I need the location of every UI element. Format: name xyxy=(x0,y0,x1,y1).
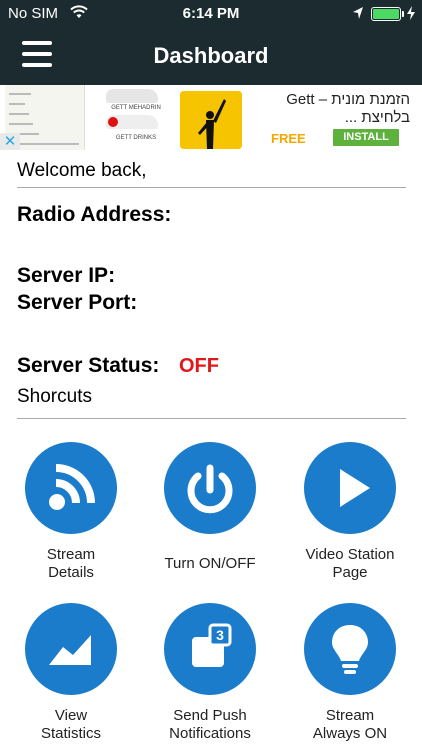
rss-icon xyxy=(25,442,117,534)
tile-label-line-1: Video Station xyxy=(305,546,395,563)
battery-tip xyxy=(402,11,404,17)
shortcuts-heading: Shorcuts xyxy=(17,386,92,407)
tile-label-line-2: Details xyxy=(48,564,94,581)
tile-label-line-1: Turn ON/OFF xyxy=(164,555,256,572)
ad-mid-label-1: GETT MEHADRIN xyxy=(111,105,161,111)
lightbulb-icon xyxy=(304,603,396,695)
battery-icon xyxy=(371,7,401,21)
chart-icon xyxy=(25,603,117,695)
turn-on-off-button[interactable]: Turn ON/OFF xyxy=(140,442,280,592)
tile-label-line-2: Statistics xyxy=(40,725,101,742)
stream-always-on-button[interactable]: Stream Always ON xyxy=(280,603,420,750)
ad-title: הזמנת מונית – Gett בלחיצת ... xyxy=(250,91,410,127)
ad-title-line-1: הזמנת מונית – Gett xyxy=(286,91,410,108)
tile-label-line-2: Always ON xyxy=(312,725,388,742)
ad-close-icon[interactable]: ✕ xyxy=(0,133,20,150)
tile-label-line-1: Send Push xyxy=(173,707,247,724)
charging-bolt-icon xyxy=(407,6,415,20)
ad-free-label: FREE xyxy=(271,131,306,146)
tile-label-line-1: Stream xyxy=(46,546,96,563)
ad-title-line-2: בלחיצת ... xyxy=(344,109,410,126)
gett-app-logo xyxy=(180,91,242,149)
top-bar: No SIM 6:14 PM Dashboard xyxy=(0,0,422,85)
ad-cars-image: GETT MEHADRIN GETT DRINKS xyxy=(86,85,176,150)
tile-label-line-1: Stream xyxy=(325,707,375,724)
power-icon xyxy=(164,442,256,534)
radio-address-label: Radio Address: xyxy=(17,203,172,226)
server-port-label: Server Port: xyxy=(17,291,138,314)
divider xyxy=(17,187,406,188)
ad-banner[interactable]: GETT MEHADRIN GETT DRINKS הזמנת מונית – … xyxy=(0,85,422,150)
ad-mid-label-2: GETT DRINKS xyxy=(115,135,157,141)
notification-badge-icon: 3 xyxy=(164,603,256,695)
status-bar: No SIM 6:14 PM xyxy=(0,0,422,28)
location-arrow-icon xyxy=(353,7,363,19)
view-statistics-button[interactable]: View Statistics xyxy=(1,603,141,750)
welcome-text: Welcome back, xyxy=(17,160,147,181)
server-ip-label: Server IP: xyxy=(17,264,116,287)
divider xyxy=(17,418,406,419)
play-icon xyxy=(304,442,396,534)
page-title: Dashboard xyxy=(153,43,269,68)
badge-count: 3 xyxy=(216,627,224,643)
tile-label-line-2: Page xyxy=(332,564,368,581)
ad-install-button[interactable]: INSTALL xyxy=(333,129,399,146)
server-status-value: OFF xyxy=(179,355,219,377)
tile-label-line-2: Notifications xyxy=(169,725,251,742)
video-station-page-button[interactable]: Video Station Page xyxy=(280,442,420,592)
stream-details-button[interactable]: Stream Details xyxy=(1,442,141,592)
tile-label-line-1: View xyxy=(54,707,88,724)
send-push-notifications-button[interactable]: 3 Send Push Notifications xyxy=(140,603,280,750)
server-status-label: Server Status: xyxy=(17,354,160,377)
